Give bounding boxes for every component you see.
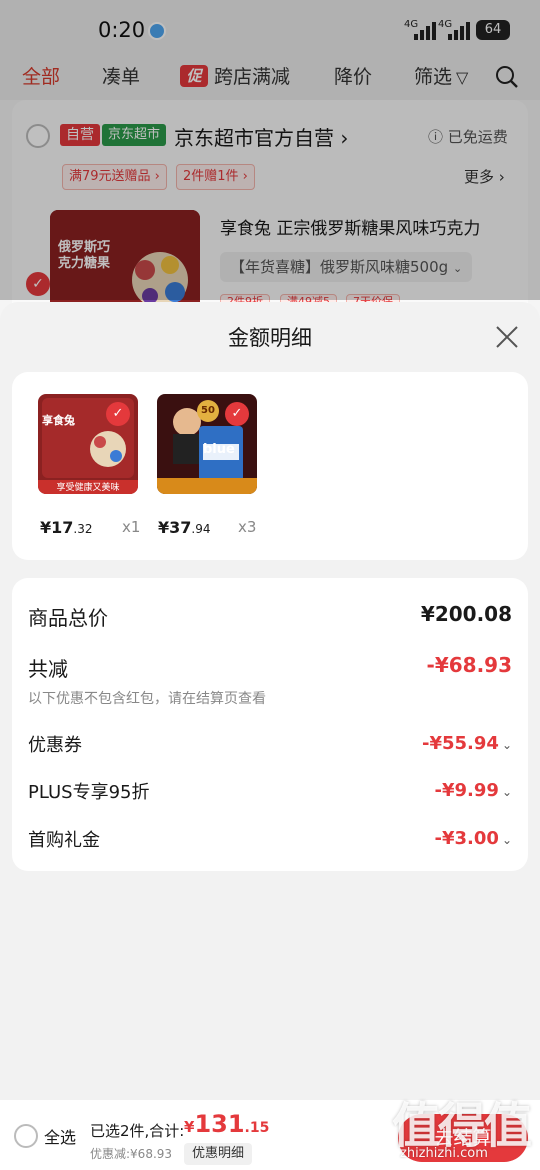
plus-amount: -¥9.99 xyxy=(434,780,499,801)
item-price-int: ¥17 xyxy=(40,518,74,537)
discount-detail-button[interactable]: 优惠明细 xyxy=(184,1143,253,1165)
coupon-amount: -¥55.94 xyxy=(422,733,499,754)
total-int: 131 xyxy=(194,1110,245,1138)
selected-count: 已选2件,合计: xyxy=(90,1122,185,1140)
item-brand-text: 享食兔 xyxy=(42,414,75,427)
item-thumbnail[interactable]: 享食兔 享受健康又美味 ✓ xyxy=(38,394,138,494)
close-icon[interactable] xyxy=(494,324,520,350)
modal-overlay[interactable] xyxy=(0,0,540,300)
chevron-down-icon: ⌄ xyxy=(501,785,512,799)
item-price-dec: .32 xyxy=(73,522,93,536)
item-qty: x1 xyxy=(122,518,141,536)
select-all-label[interactable]: 全选 xyxy=(44,1124,76,1148)
watermark-logo: 值得值 xyxy=(392,1098,532,1154)
coupon-label: 优惠券 xyxy=(28,735,82,756)
total-symbol: ¥ xyxy=(184,1118,195,1136)
item-price: ¥37.94 xyxy=(158,518,211,537)
gift-badge: 50 xyxy=(197,400,219,422)
item-price-dec: .94 xyxy=(191,522,211,536)
watermark-url: zhizhizhi.com xyxy=(400,1146,488,1161)
subtotal-label: 商品总价 xyxy=(28,606,108,630)
chevron-down-icon: ⌄ xyxy=(501,833,512,847)
total-dec: .15 xyxy=(244,1120,270,1136)
selected-check-icon: ✓ xyxy=(225,402,249,426)
reduction-label: 共减 xyxy=(28,657,68,681)
amount-detail-sheet: 金额明细 享食兔 享受健康又美味 ✓ blue 50 ✓ ¥17.32 x1 ¥… xyxy=(0,302,540,1170)
selected-check-icon: ✓ xyxy=(106,402,130,426)
item-price: ¥17.32 xyxy=(40,518,93,537)
gift-label: 首购礼金 xyxy=(28,830,100,851)
item-caption: 享受健康又美味 xyxy=(56,483,120,493)
item-qty: x3 xyxy=(238,518,257,536)
subtotal-value: ¥200.08 xyxy=(420,602,512,626)
item-thumbnail[interactable]: blue 50 ✓ xyxy=(157,394,257,494)
plus-label: PLUS专享95折 xyxy=(28,782,150,803)
reduction-value: -¥68.93 xyxy=(426,653,512,677)
gift-amount: -¥3.00 xyxy=(434,828,499,849)
chevron-down-icon: ⌄ xyxy=(501,738,512,752)
total-price: ¥131.15 xyxy=(184,1110,269,1138)
items-card: 享食兔 享受健康又美味 ✓ blue 50 ✓ ¥17.32 x1 ¥37.94… xyxy=(12,372,528,560)
discount-summary: 优惠减:¥68.93 xyxy=(90,1147,173,1161)
gift-value[interactable]: -¥3.00 ⌄ xyxy=(435,828,512,849)
item-price-int: ¥37 xyxy=(158,518,192,537)
price-breakdown-card: 商品总价 ¥200.08 共减 -¥68.93 以下优惠不包含红包，请在结算页查… xyxy=(12,578,528,871)
reduction-note: 以下优惠不包含红包，请在结算页查看 xyxy=(28,691,266,707)
sheet-title: 金额明细 xyxy=(228,326,312,350)
item-caption: blue xyxy=(203,442,235,457)
plus-value[interactable]: -¥9.99 ⌄ xyxy=(435,780,512,801)
select-all-radio[interactable] xyxy=(14,1124,38,1148)
coupon-value[interactable]: -¥55.94 ⌄ xyxy=(422,733,512,754)
